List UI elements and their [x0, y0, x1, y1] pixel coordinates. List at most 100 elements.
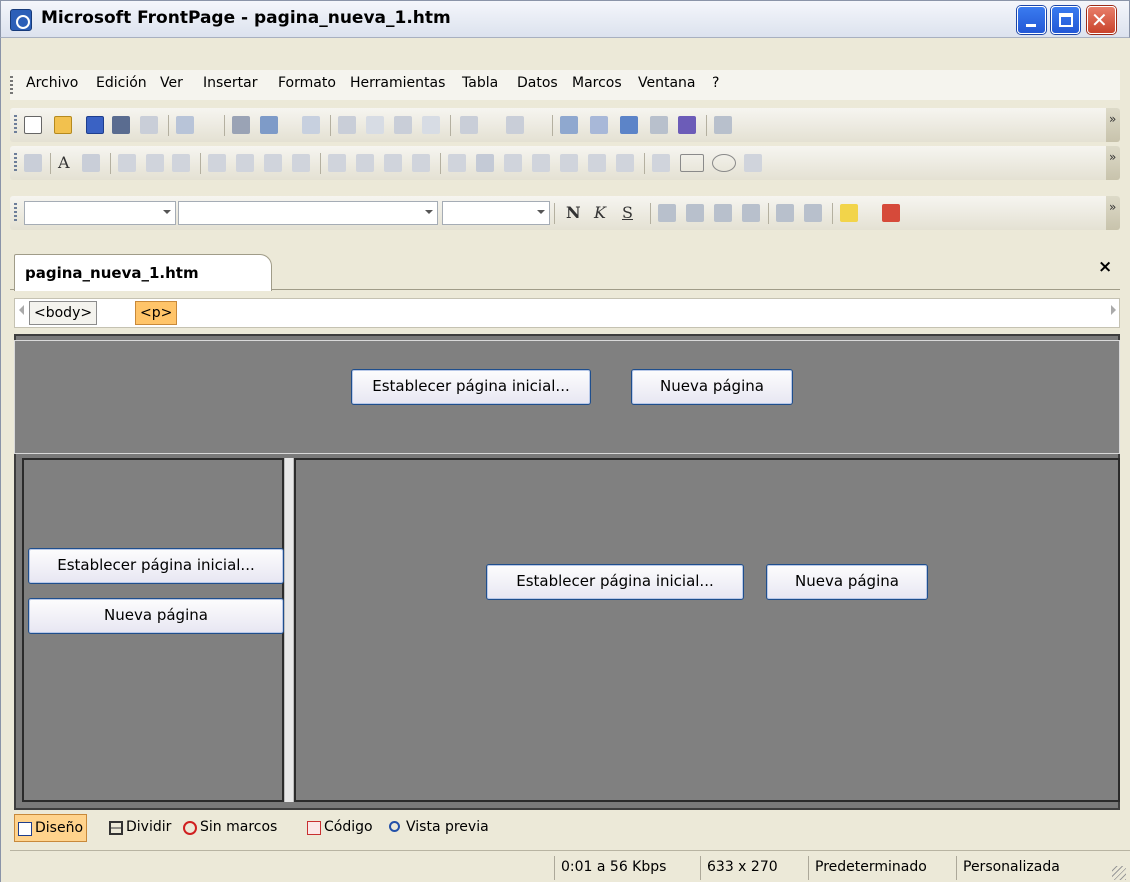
toolbar-options-icon[interactable]	[1106, 196, 1120, 230]
open-icon[interactable]	[54, 116, 72, 134]
rotate-right-icon[interactable]	[236, 154, 254, 172]
flip-horizontal-icon[interactable]	[264, 154, 282, 172]
main-frame[interactable]: Establecer página inicial... Nueva págin…	[294, 458, 1120, 802]
status-mode[interactable]: Predeterminado	[808, 856, 933, 880]
menu-datos[interactable]: Datos	[517, 75, 558, 91]
drawing-icon[interactable]	[678, 116, 696, 134]
print-icon[interactable]	[232, 116, 250, 134]
thumbnail-icon[interactable]	[82, 154, 100, 172]
set-transparent-color-icon[interactable]	[532, 154, 550, 172]
top-new-page-button[interactable]: Nueva página	[631, 369, 793, 405]
toolbar-grip[interactable]	[14, 115, 17, 135]
menu-grip[interactable]	[10, 76, 13, 94]
font-combo[interactable]	[178, 201, 438, 225]
rotate-left-icon[interactable]	[208, 154, 226, 172]
line-style-icon[interactable]	[476, 154, 494, 172]
insert-picture-icon[interactable]	[650, 116, 668, 134]
tab-sin-marcos[interactable]: Sin marcos	[180, 814, 277, 842]
document-tab[interactable]: pagina_nueva_1.htm	[14, 254, 272, 291]
oval-icon[interactable]	[712, 154, 736, 172]
maximize-button[interactable]	[1051, 6, 1080, 34]
toolbar-grip[interactable]	[14, 203, 17, 223]
menu-tabla[interactable]: Tabla	[462, 75, 498, 91]
highlight-icon[interactable]	[840, 204, 858, 222]
numbering-icon[interactable]	[776, 204, 794, 222]
left-new-page-button[interactable]: Nueva página	[28, 598, 284, 634]
close-button[interactable]: ✕	[1087, 6, 1116, 34]
polygon-icon[interactable]	[744, 154, 762, 172]
menu-ventana[interactable]: Ventana	[638, 75, 696, 91]
left-set-initial-page-button[interactable]: Establecer página inicial...	[28, 548, 284, 584]
toolbar-grip[interactable]	[14, 153, 17, 173]
preview-icon[interactable]	[260, 116, 278, 134]
tab-diseno[interactable]: Diseño	[14, 814, 88, 842]
bold-button[interactable]: N	[566, 203, 581, 222]
less-brightness-icon[interactable]	[412, 154, 430, 172]
menu-ver[interactable]: Ver	[160, 75, 183, 91]
main-set-initial-page-button[interactable]: Establecer página inicial...	[486, 564, 744, 600]
main-new-page-button[interactable]: Nueva página	[766, 564, 928, 600]
rectangle-icon[interactable]	[680, 154, 704, 172]
copy-icon[interactable]	[366, 116, 384, 134]
align-left-icon[interactable]	[658, 204, 676, 222]
toggle-pane-icon[interactable]	[176, 116, 194, 134]
frame-splitter[interactable]	[284, 458, 294, 802]
search-icon[interactable]	[112, 116, 130, 134]
format-picture-icon[interactable]	[504, 154, 522, 172]
menu-ayuda[interactable]: ?	[712, 75, 719, 91]
send-backward-icon[interactable]	[172, 154, 190, 172]
insert-table-icon[interactable]	[590, 116, 608, 134]
new-page-icon[interactable]	[24, 116, 42, 134]
style-combo[interactable]	[24, 201, 176, 225]
top-frame[interactable]: Establecer página inicial... Nueva págin…	[14, 340, 1120, 454]
justify-icon[interactable]	[742, 204, 760, 222]
format-painter-icon[interactable]	[422, 116, 440, 134]
color-icon[interactable]	[560, 154, 578, 172]
hyperlink-icon[interactable]	[714, 116, 732, 134]
align-right-icon[interactable]	[714, 204, 732, 222]
left-frame[interactable]: Establecer página inicial... Nueva págin…	[22, 458, 284, 802]
publish-icon[interactable]	[140, 116, 158, 134]
align-center-icon[interactable]	[686, 204, 704, 222]
tab-vista-previa[interactable]: Vista previa	[386, 814, 489, 842]
font-size-combo[interactable]	[442, 201, 550, 225]
insert-picture-icon[interactable]	[24, 154, 42, 172]
more-contrast-icon[interactable]	[328, 154, 346, 172]
close-document-icon[interactable]: ×	[1098, 257, 1112, 277]
bevel-icon[interactable]	[588, 154, 606, 172]
top-set-initial-page-button[interactable]: Establecer página inicial...	[351, 369, 591, 405]
select-icon[interactable]	[652, 154, 670, 172]
cut-icon[interactable]	[338, 116, 356, 134]
menu-herramientas[interactable]: Herramientas	[350, 75, 445, 91]
font-color-icon[interactable]	[882, 204, 900, 222]
more-brightness-icon[interactable]	[384, 154, 402, 172]
scroll-right-icon[interactable]	[1111, 305, 1116, 315]
save-icon[interactable]	[86, 116, 104, 134]
toolbar-options-icon[interactable]	[1106, 108, 1120, 142]
italic-button[interactable]: K	[594, 203, 606, 222]
toolbar-options-icon[interactable]	[1106, 146, 1120, 180]
status-custom[interactable]: Personalizada	[956, 856, 1066, 880]
bring-forward-icon[interactable]	[146, 154, 164, 172]
insert-layer-icon[interactable]	[620, 116, 638, 134]
undo-icon[interactable]	[460, 116, 478, 134]
paste-icon[interactable]	[394, 116, 412, 134]
tab-codigo[interactable]: Código	[304, 814, 373, 842]
redo-icon[interactable]	[506, 116, 524, 134]
text-icon[interactable]: A	[58, 153, 70, 172]
resample-icon[interactable]	[616, 154, 634, 172]
frontpage-app-icon[interactable]	[10, 9, 32, 31]
position-absolutely-icon[interactable]	[118, 154, 136, 172]
menu-edicion[interactable]: Edición	[96, 75, 147, 91]
crop-icon[interactable]	[448, 154, 466, 172]
flip-vertical-icon[interactable]	[292, 154, 310, 172]
tag-body[interactable]: <body>	[29, 301, 98, 325]
minimize-button[interactable]	[1017, 6, 1046, 34]
less-contrast-icon[interactable]	[356, 154, 374, 172]
web-component-icon[interactable]	[560, 116, 578, 134]
menu-marcos[interactable]: Marcos	[572, 75, 622, 91]
bullets-icon[interactable]	[804, 204, 822, 222]
underline-button[interactable]: S	[622, 203, 633, 222]
tag-p[interactable]: <p>	[135, 301, 178, 325]
menu-formato[interactable]: Formato	[278, 75, 336, 91]
